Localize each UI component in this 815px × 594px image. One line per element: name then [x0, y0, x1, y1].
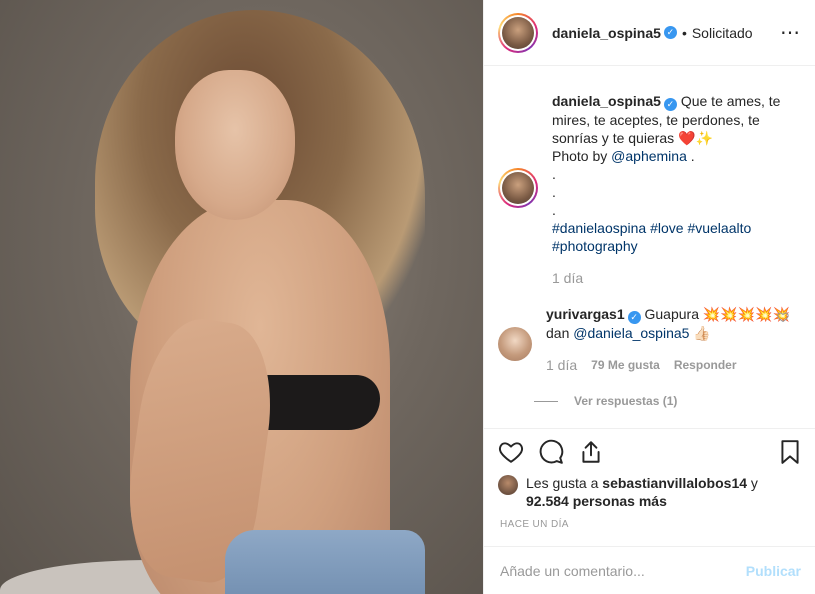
commenter-avatar[interactable] — [498, 327, 532, 361]
comment-bubble-icon[interactable] — [538, 439, 564, 465]
caption-dot: . — [552, 184, 556, 200]
more-options-icon[interactable]: ⋯ — [780, 23, 801, 43]
commenter-username[interactable]: yurivargas1 — [546, 306, 625, 322]
hashtag-link[interactable]: #photography — [552, 238, 638, 254]
comment-item: yurivargas1 ✓ Guapura 💥💥💥💥💥 dan @daniela_… — [498, 305, 799, 374]
like-heart-icon[interactable] — [498, 439, 524, 465]
comment-mention-link[interactable]: @daniela_ospina5 — [573, 325, 689, 341]
caption: daniela_ospina5 ✓ Que te ames, te mires, … — [498, 92, 799, 287]
follow-status-button[interactable]: Solicitado — [692, 25, 753, 41]
comment-input[interactable] — [500, 562, 746, 579]
author-username[interactable]: daniela_ospina5 — [552, 25, 661, 41]
replies-line — [534, 400, 558, 402]
caption-dot: . — [552, 202, 556, 218]
post-actions — [484, 428, 815, 474]
publish-button[interactable]: Publicar — [746, 563, 801, 579]
liker-avatar[interactable] — [498, 475, 518, 495]
view-replies-button[interactable]: Ver respuestas (1) — [534, 394, 799, 408]
liker-username[interactable]: sebastianvillalobos14 — [602, 475, 747, 491]
likes-prefix: Les gusta a — [526, 475, 599, 491]
likes-others[interactable]: 92.584 personas más — [526, 493, 667, 509]
hashtag-link[interactable]: #love — [650, 220, 683, 236]
post-header: daniela_ospina5 ✓ • Solicitado ⋯ — [484, 0, 815, 66]
caption-avatar[interactable] — [498, 168, 538, 208]
photo-credit-end: . — [686, 148, 695, 164]
header-separator: • — [681, 24, 687, 41]
share-icon[interactable] — [578, 439, 604, 465]
likes-summary[interactable]: Les gusta a sebastianvillalobos14 y 92.5… — [498, 474, 801, 510]
comment-likes[interactable]: 79 Me gusta — [591, 356, 660, 374]
verified-icon: ✓ — [663, 26, 677, 39]
hashtag-link[interactable]: #danielaospina — [552, 220, 646, 236]
caption-username[interactable]: daniela_ospina5 — [552, 93, 661, 109]
photo-face — [175, 70, 295, 220]
comment-text-end: 👍🏻 — [689, 325, 711, 341]
view-replies-label: Ver respuestas (1) — [574, 394, 678, 408]
author-avatar[interactable] — [498, 12, 538, 53]
add-comment-bar: Publicar — [484, 546, 815, 594]
bookmark-icon[interactable] — [777, 439, 803, 465]
reply-button[interactable]: Responder — [674, 356, 737, 374]
comment-like-icon[interactable] — [777, 311, 789, 326]
photo-credit-label: Photo by — [552, 148, 608, 164]
post-photo[interactable] — [0, 0, 483, 594]
comment-time[interactable]: 1 día — [546, 356, 577, 374]
post-timestamp[interactable]: HACE UN DÍA — [500, 519, 569, 530]
verified-icon: ✓ — [663, 98, 677, 111]
photo-jeans — [225, 530, 425, 594]
hashtag-link[interactable]: #vuelaalto — [687, 220, 751, 236]
photo-credit-link[interactable]: @aphemina — [611, 148, 687, 164]
likes-connector: y — [750, 475, 758, 491]
caption-time[interactable]: 1 día — [552, 269, 799, 287]
caption-dot: . — [552, 166, 556, 182]
post-side-panel: daniela_ospina5 ✓ • Solicitado ⋯ daniela… — [483, 0, 815, 594]
verified-icon: ✓ — [627, 311, 641, 324]
comments-section[interactable]: daniela_ospina5 ✓ Que te ames, te mires, … — [484, 66, 815, 428]
